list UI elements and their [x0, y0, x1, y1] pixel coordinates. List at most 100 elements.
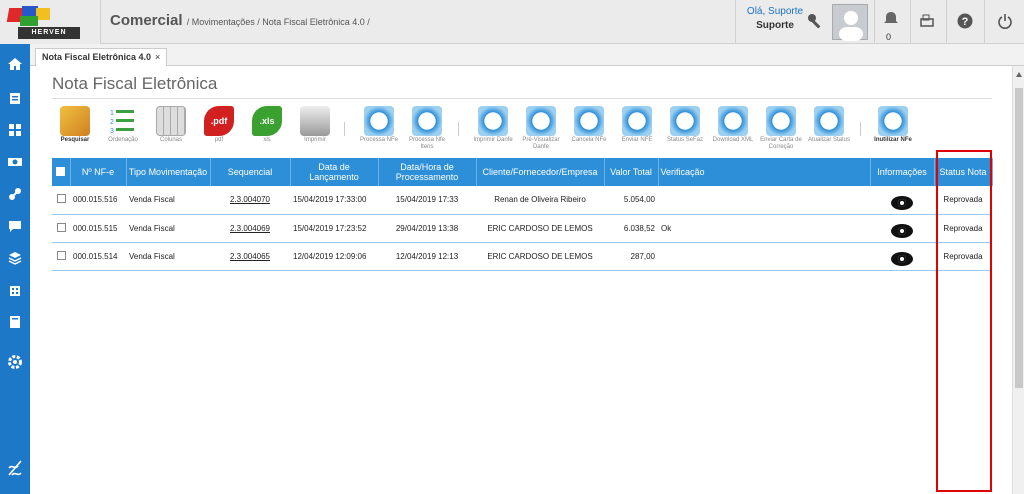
nfe-cancel-icon: [574, 106, 604, 136]
cell-tipo: Venda Fiscal: [126, 186, 210, 215]
eye-icon[interactable]: [891, 252, 913, 266]
divider: [910, 0, 911, 44]
sefaz-status-button[interactable]: Status SeFaz: [662, 104, 708, 156]
avatar[interactable]: [832, 4, 868, 41]
col-sequencial[interactable]: Sequencial: [210, 158, 291, 186]
correction-letter-button[interactable]: Enviar Carta de Correção: [758, 104, 804, 156]
send-nfe-button[interactable]: Enviar NFE: [614, 104, 660, 156]
disable-nfe-button[interactable]: Inutilizar NFe: [870, 104, 916, 156]
money-icon[interactable]: [0, 148, 30, 176]
cell-data: 15/04/2019 17:23:52: [290, 214, 378, 243]
settings-nodes-icon[interactable]: [0, 180, 30, 208]
printer-settings-icon[interactable]: [918, 12, 936, 30]
process-nfe-items-button[interactable]: Processa Nfe Itens: [404, 104, 450, 156]
toolbar-divider: [860, 122, 861, 136]
print-button[interactable]: Imprimir: [292, 104, 338, 156]
module-title[interactable]: Comercial: [110, 12, 183, 29]
dashboard-icon[interactable]: [0, 116, 30, 144]
power-icon[interactable]: [996, 12, 1014, 30]
row-checkbox[interactable]: [52, 186, 70, 215]
close-icon[interactable]: ×: [155, 52, 160, 62]
help-icon[interactable]: ?: [956, 12, 974, 30]
table-row[interactable]: 000.015.514 Venda Fiscal 2.3.004065 12/0…: [52, 242, 992, 271]
divider: [946, 0, 947, 44]
divider: [735, 0, 736, 44]
home-icon[interactable]: [0, 50, 30, 78]
cell-nf: 000.015.515: [70, 214, 126, 243]
eye-icon[interactable]: [891, 195, 913, 210]
bell-icon[interactable]: [882, 10, 900, 28]
toolbar-label: Imprimir Danfe: [473, 137, 513, 143]
sequencial-link[interactable]: 2.3.004069: [230, 224, 270, 233]
gear-icon[interactable]: [0, 348, 30, 376]
table-row[interactable]: 000.015.515 Venda Fiscal 2.3.004069 15/0…: [52, 214, 992, 243]
refresh-status-button[interactable]: Atualizar Status: [806, 104, 852, 156]
user-greeting[interactable]: Olá, Suporte: [745, 6, 805, 17]
sort-button[interactable]: 1 2 3 Ordenação: [100, 104, 146, 156]
scrollbar-thumb[interactable]: [1015, 88, 1023, 388]
toolbar-label: pdf: [214, 137, 224, 143]
cell-valor: 6.038,52: [604, 214, 658, 243]
breadcrumb: Comercial / Movimentações / Nota Fiscal …: [110, 12, 370, 29]
cell-nf: 000.015.516: [70, 186, 126, 215]
cell-nf: 000.015.514: [70, 242, 126, 271]
table-row[interactable]: 000.015.516 Venda Fiscal 2.3.004070 15/0…: [52, 186, 992, 215]
cancel-nfe-button[interactable]: Cancela NFe: [566, 104, 612, 156]
divider: [984, 0, 985, 44]
svg-text:2: 2: [110, 119, 114, 126]
key-icon[interactable]: [806, 12, 824, 30]
chat-icon[interactable]: [0, 212, 30, 240]
user-info[interactable]: Olá, Suporte Suporte: [745, 6, 805, 31]
toolbar-label: Pré-Visualizar Danfe: [522, 137, 560, 150]
search-button[interactable]: Pesquisar: [52, 104, 98, 156]
process-nfe-button[interactable]: Processa NFe: [356, 104, 402, 156]
clipboard-icon[interactable]: [0, 84, 30, 112]
nfe-items-icon: [412, 106, 442, 136]
preview-danfe-button[interactable]: Pré-Visualizar Danfe: [518, 104, 564, 156]
columns-button[interactable]: Colunas: [148, 104, 194, 156]
xls-button[interactable]: .xls xls: [244, 104, 290, 156]
cell-valor: 5.054,00: [604, 186, 658, 215]
toolbar-label: Enviar Carta de Correção: [760, 137, 802, 150]
download-xml-button[interactable]: Download XML: [710, 104, 756, 156]
pdf-button[interactable]: .pdf pdf: [196, 104, 242, 156]
toolbar-label: Ordenação: [108, 137, 138, 143]
user-name: Suporte: [756, 20, 794, 31]
page-title: Nota Fiscal Eletrônica: [52, 74, 218, 93]
col-data[interactable]: Data de Lançamento: [290, 158, 379, 186]
brand-icon: [0, 454, 30, 482]
col-nf[interactable]: Nº NF-e: [70, 158, 127, 186]
print-danfe-button[interactable]: Imprimir Danfe: [470, 104, 516, 156]
col-processamento[interactable]: Data/Hora de Processamento: [378, 158, 477, 186]
notification-count: 0: [886, 32, 892, 42]
sequencial-link[interactable]: 2.3.004065: [230, 252, 270, 261]
col-tipo[interactable]: Tipo Movimentação: [126, 158, 211, 186]
col-valor[interactable]: Valor Total: [604, 158, 659, 186]
tab-nfe[interactable]: Nota Fiscal Eletrônica 4.0 ×: [35, 48, 168, 66]
top-bar: HERVEN Comercial / Movimentações / Nota …: [0, 0, 1024, 44]
sequencial-link[interactable]: 2.3.004070: [230, 195, 270, 204]
book-icon[interactable]: [0, 308, 30, 336]
cell-tipo: Venda Fiscal: [126, 214, 210, 243]
divider: [100, 0, 101, 44]
toolbar-label: Atualizar Status: [807, 137, 851, 143]
row-checkbox[interactable]: [52, 242, 70, 271]
select-all-checkbox[interactable]: [52, 158, 71, 186]
eye-icon[interactable]: [891, 224, 913, 238]
toolbar-label: Imprimir: [304, 137, 326, 143]
col-verificacao[interactable]: Verificação: [658, 158, 871, 186]
logo[interactable]: HERVEN: [0, 0, 100, 44]
scroll-up-arrow[interactable]: [1016, 72, 1022, 77]
list-icon: 1 2 3: [108, 106, 138, 136]
layers-icon[interactable]: [0, 244, 30, 272]
vertical-scrollbar[interactable]: [1012, 66, 1024, 494]
col-cliente[interactable]: Cliente/Fornecedor/Empresa: [476, 158, 605, 186]
danfe-print-icon: [478, 106, 508, 136]
nfe-table: Nº NF-e Tipo Movimentação Sequencial Dat…: [52, 158, 993, 271]
xls-icon: .xls: [252, 106, 282, 136]
col-informacoes[interactable]: Informações: [870, 158, 935, 186]
cell-processamento: 29/04/2019 13:38: [378, 214, 476, 243]
building-icon[interactable]: [0, 276, 30, 304]
nfe-disable-icon: [878, 106, 908, 136]
row-checkbox[interactable]: [52, 214, 70, 243]
